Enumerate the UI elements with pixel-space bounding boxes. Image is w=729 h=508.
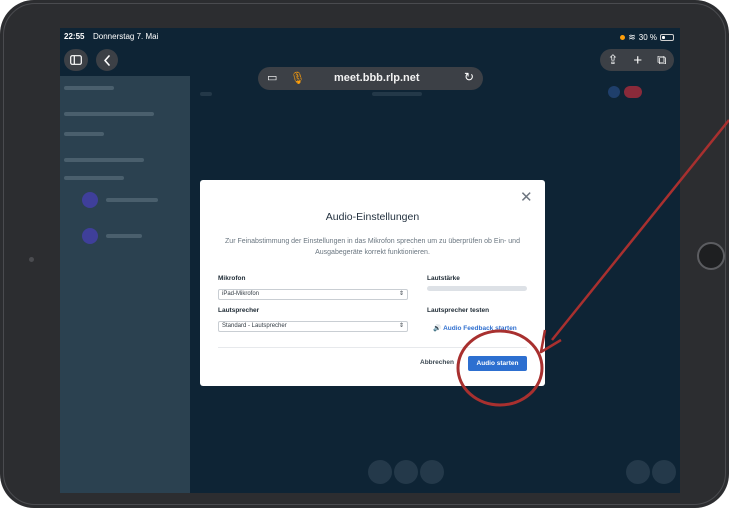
audio-settings-dialog: ✕ Audio-Einstellungen Zur Feinabstimmung…	[200, 180, 545, 386]
blurred-item	[64, 132, 104, 136]
volume-meter	[427, 286, 527, 291]
speaker-select[interactable]: Standard - Lautsprecher ⇕	[218, 321, 408, 332]
battery-icon	[660, 34, 674, 41]
microphone-label: Mikrofon	[218, 275, 246, 282]
blurred-control-button	[652, 460, 676, 484]
dialog-description: Zur Feinabstimmung der Einstellungen in …	[225, 238, 520, 256]
blurred-leave-button	[624, 86, 642, 98]
front-camera	[29, 257, 34, 262]
wifi-icon: ≋	[628, 32, 636, 42]
blurred-control-button	[420, 460, 444, 484]
blurred-item	[64, 176, 124, 180]
microphone-select[interactable]: iPad-Mikrofon ⇕	[218, 289, 408, 300]
status-date: Donnerstag 7. Mai	[93, 32, 159, 41]
chevron-updown-icon: ⇕	[398, 323, 404, 329]
share-icon[interactable]: ⇪	[608, 52, 619, 68]
battery-level	[662, 36, 665, 39]
microphone-value: iPad-Mikrofon	[222, 291, 260, 297]
blurred-header-title	[372, 92, 422, 96]
address-bar[interactable]: ▭ 🎙 meet.bbb.rlp.net ↻	[258, 67, 483, 90]
blurred-sidebar	[60, 76, 190, 493]
tabs-icon[interactable]: ⧉	[657, 52, 666, 68]
blurred-avatar	[82, 228, 98, 244]
chevron-updown-icon: ⇕	[398, 291, 404, 297]
ipad-frame: 22:55 Donnerstag 7. Mai ≋ 30 % ▭ 🎙 meet.…	[0, 0, 729, 508]
speaker-label: Lautsprecher	[218, 307, 260, 314]
blurred-badge	[608, 86, 620, 98]
reload-icon[interactable]: ↻	[464, 70, 474, 84]
screen: 22:55 Donnerstag 7. Mai ≋ 30 % ▭ 🎙 meet.…	[60, 28, 680, 493]
blurred-item	[64, 112, 154, 116]
blurred-header-item	[200, 92, 212, 96]
back-button[interactable]	[96, 49, 118, 71]
volume-label: Lautstärke	[427, 275, 460, 282]
audio-feedback-label: Audio Feedback starten	[443, 325, 517, 332]
status-indicators: ≋ 30 %	[620, 32, 674, 43]
speaker-icon: 🔊	[433, 325, 442, 332]
browser-toolbar: ▭ 🎙 meet.bbb.rlp.net ↻ ⇪ + ⧉	[60, 46, 680, 90]
blurred-item	[64, 158, 144, 162]
sidebar-toggle-button[interactable]	[64, 49, 88, 71]
sidebar-icon	[70, 55, 82, 65]
blurred-item	[106, 234, 142, 238]
status-bar: 22:55 Donnerstag 7. Mai ≋ 30 %	[60, 28, 680, 46]
blurred-heading	[64, 86, 114, 90]
audio-feedback-link[interactable]: 🔊 Audio Feedback starten	[433, 324, 517, 332]
home-button[interactable]	[697, 242, 725, 270]
blurred-control-button	[626, 460, 650, 484]
blurred-control-button	[394, 460, 418, 484]
speaker-value: Standard - Lautsprecher	[222, 323, 287, 329]
start-audio-button[interactable]: Audio starten	[468, 356, 527, 371]
status-time: 22:55	[64, 32, 85, 41]
microphone-icon[interactable]: 🎙	[290, 71, 305, 85]
cancel-button[interactable]: Abbrechen	[420, 359, 454, 366]
new-tab-icon[interactable]: +	[633, 52, 642, 69]
blurred-control-button	[368, 460, 392, 484]
url-text: meet.bbb.rlp.net	[334, 72, 420, 84]
close-icon[interactable]: ✕	[520, 190, 533, 205]
microphone-active-dot	[620, 35, 626, 40]
dialog-divider	[218, 347, 527, 348]
blurred-avatar	[82, 192, 98, 208]
blurred-item	[106, 198, 158, 202]
back-icon	[104, 54, 110, 66]
dialog-title: Audio-Einstellungen	[325, 211, 420, 223]
battery-percent: 30 %	[638, 33, 657, 42]
page-settings-icon[interactable]: ▭	[267, 71, 277, 84]
toolbar-actions: ⇪ + ⧉	[600, 49, 674, 71]
test-speaker-label: Lautsprecher testen	[427, 307, 490, 314]
